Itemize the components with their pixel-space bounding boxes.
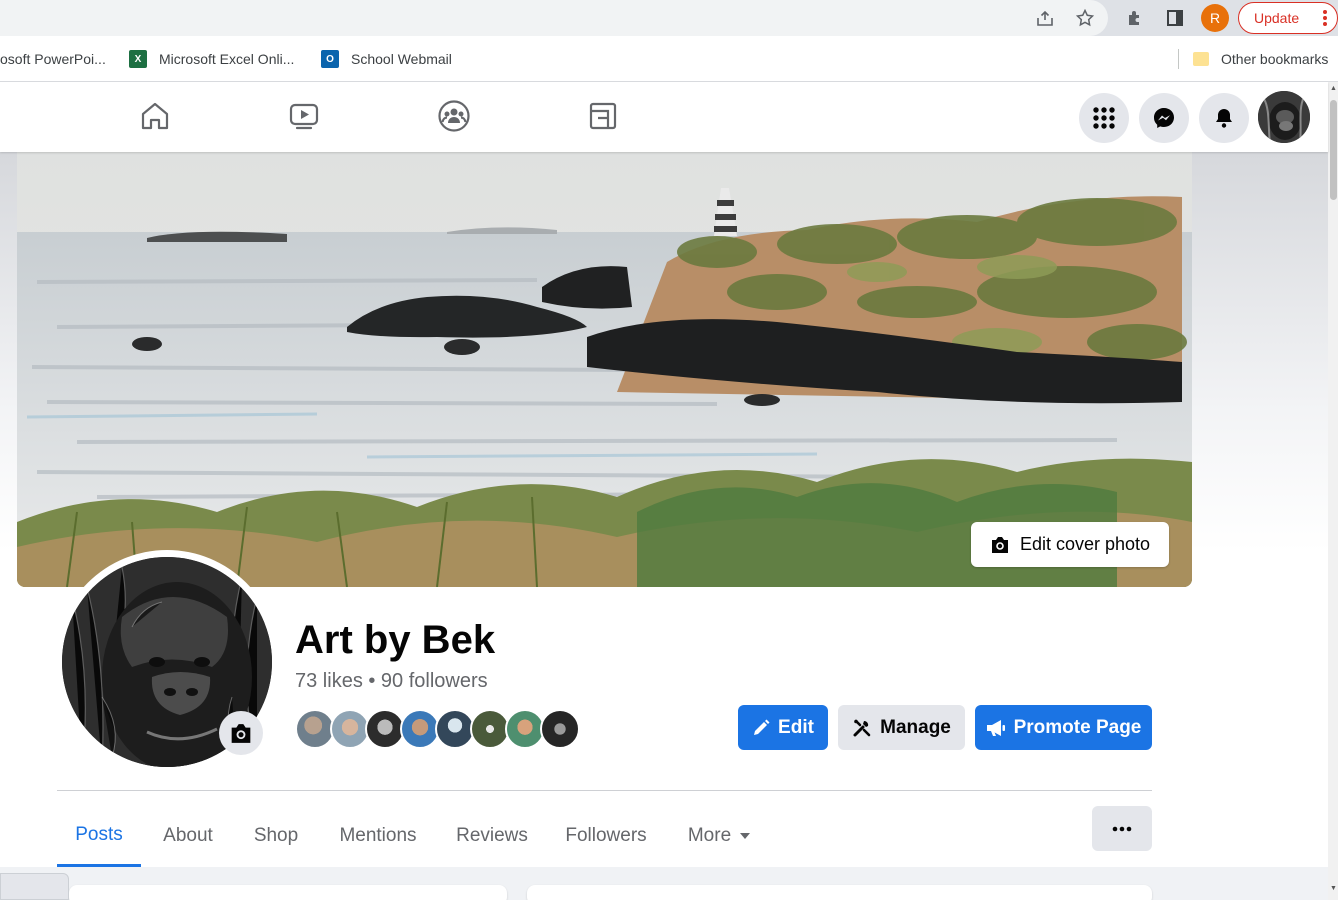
tab-more[interactable]: More [667,805,771,867]
home-icon [141,102,169,130]
post-composer-card [527,885,1152,900]
facebook-navbar [0,82,1328,152]
manage-button[interactable]: Manage [838,705,965,750]
notifications-button[interactable] [1199,93,1249,143]
follower-avatar[interactable] [400,709,440,749]
header-divider [57,790,1152,791]
bookmark-label: School Webmail [351,51,452,67]
tab-mentions[interactable]: Mentions [317,805,439,867]
camera-icon [231,723,251,743]
messenger-button[interactable] [1139,93,1189,143]
tab-label: Reviews [456,825,528,846]
browser-toolbar: R Update [0,0,1338,36]
follower-avatar[interactable] [540,709,580,749]
update-label: Update [1254,10,1300,26]
browser-profile-avatar[interactable]: R [1201,4,1229,32]
share-icon[interactable] [1035,8,1055,28]
side-panel-icon[interactable] [1165,8,1185,28]
manage-button-label: Manage [880,716,951,738]
tab-posts[interactable]: Posts [57,805,141,867]
address-bar[interactable] [0,0,1108,36]
follower-avatars[interactable] [295,709,595,749]
excel-icon: X [129,50,147,68]
scroll-down-icon[interactable]: ▼ [1329,884,1338,892]
tab-label: About [163,825,213,846]
caret-down-icon [740,833,751,839]
cover-photo[interactable]: Edit cover photo [17,152,1192,587]
bookmark-label: osoft PowerPoi... [0,51,106,67]
edit-button[interactable]: Edit [738,705,828,750]
tab-reviews[interactable]: Reviews [439,805,545,867]
follower-avatar[interactable] [330,709,370,749]
page-title: Art by Bek [295,618,496,662]
scrollbar-thumb[interactable] [1330,100,1337,200]
camera-icon [991,536,1008,553]
promote-page-label: Promote Page [1013,716,1142,738]
follower-avatar[interactable] [470,709,510,749]
bookmarks-bar: osoft PowerPoi... X Microsoft Excel Onli… [0,36,1338,82]
tab-label: Mentions [339,825,417,846]
left-column-card [69,885,507,900]
bookmark-label: Microsoft Excel Onli... [159,51,295,67]
ellipsis-icon [1112,826,1132,831]
bookmarks-separator [1178,49,1179,69]
page-header: Edit cover photo Art by Bek 73 likes • 9… [0,152,1328,867]
follower-avatar[interactable] [505,709,545,749]
groups-icon [438,100,470,132]
tab-shop[interactable]: Shop [235,805,317,867]
extensions-icon[interactable] [1125,8,1145,28]
promote-page-button[interactable]: Promote Page [975,705,1152,750]
other-bookmarks-label: Other bookmarks [1221,51,1329,67]
scroll-up-icon[interactable]: ▲ [1329,84,1338,92]
tab-about[interactable]: About [141,805,235,867]
watch-icon [289,103,319,130]
browser-update-button[interactable]: Update [1238,2,1338,34]
other-bookmarks[interactable]: Other bookmarks [1193,49,1328,69]
edit-button-label: Edit [778,716,814,738]
more-options-button[interactable] [1092,806,1152,851]
tab-followers[interactable]: Followers [545,805,667,867]
messenger-icon [1154,108,1174,128]
page-scrollbar[interactable] [1328,82,1338,900]
home-tab[interactable] [137,98,173,134]
kebab-menu-icon [1323,10,1327,26]
folder-icon [1193,52,1209,66]
chat-tab[interactable] [0,873,69,900]
menu-button[interactable] [1079,93,1129,143]
bookmark-powerpoint[interactable]: osoft PowerPoi... [0,49,106,69]
gaming-icon [589,102,617,130]
bookmark-excel[interactable]: X Microsoft Excel Onli... [129,49,294,69]
menu-grid-icon [1093,107,1115,129]
likes-followers-count[interactable]: 73 likes • 90 followers [295,670,488,693]
follower-avatar[interactable] [295,709,335,749]
tab-label: Posts [75,823,123,845]
tab-label: Followers [565,825,647,846]
gaming-tab[interactable] [585,98,621,134]
notifications-icon [1216,109,1232,128]
bookmark-school-webmail[interactable]: O School Webmail [321,49,452,69]
follower-avatar[interactable] [365,709,405,749]
groups-tab[interactable] [436,98,472,134]
watch-tab[interactable] [286,98,322,134]
account-avatar[interactable] [1258,91,1310,143]
tab-label: Shop [253,825,299,846]
bookmark-star-icon[interactable] [1075,8,1095,28]
edit-cover-photo-button[interactable]: Edit cover photo [971,522,1169,567]
edit-cover-label: Edit cover photo [1019,534,1151,554]
pencil-icon [754,719,770,735]
megaphone-icon [986,719,1005,736]
tools-icon [853,719,871,736]
update-profile-picture-button[interactable] [219,711,263,755]
tab-label: More [687,825,732,846]
outlook-icon: O [321,50,339,68]
follower-avatar[interactable] [435,709,475,749]
